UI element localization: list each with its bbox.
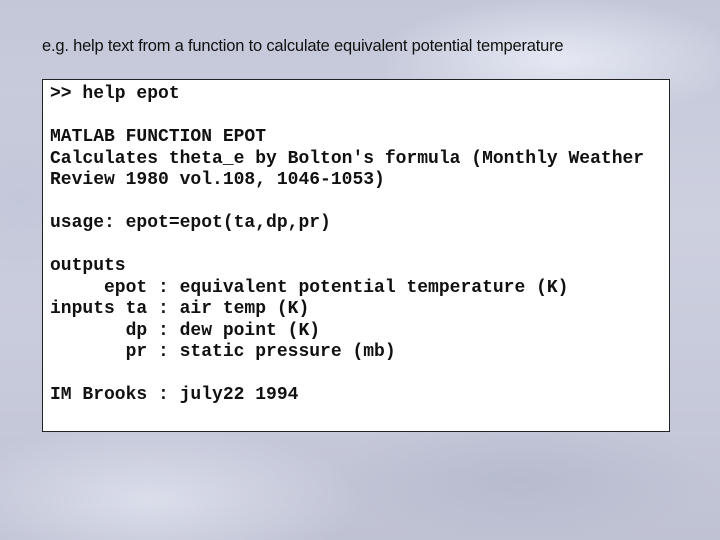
outputs-header-line: outputs	[50, 256, 126, 276]
reference-line: Review 1980 vol.108, 1046-1053)	[50, 170, 385, 190]
author-line: IM Brooks : july22 1994	[50, 385, 299, 405]
usage-line: usage: epot=epot(ta,dp,pr)	[50, 213, 331, 233]
description-line: Calculates theta_e by Bolton's formula (…	[50, 148, 645, 169]
input-dp-line: dp : dew point (K)	[50, 320, 321, 341]
command-prompt-line: >> help epot	[50, 84, 180, 104]
input-pr-line: pr : static pressure (mb)	[50, 342, 396, 362]
slide-caption: e.g. help text from a function to calcul…	[42, 37, 564, 55]
function-title-line: MATLAB FUNCTION EPOT	[50, 127, 267, 147]
console-text: >> help epot MATLAB FUNCTION EPOT Calculat…	[50, 84, 644, 407]
input-ta-line: inputs ta : air temp (K)	[50, 299, 310, 319]
output-epot-line: epot : equivalent potential temperature …	[50, 277, 569, 298]
matlab-console-output: >> help epot MATLAB FUNCTION EPOT Calculat…	[42, 79, 670, 432]
